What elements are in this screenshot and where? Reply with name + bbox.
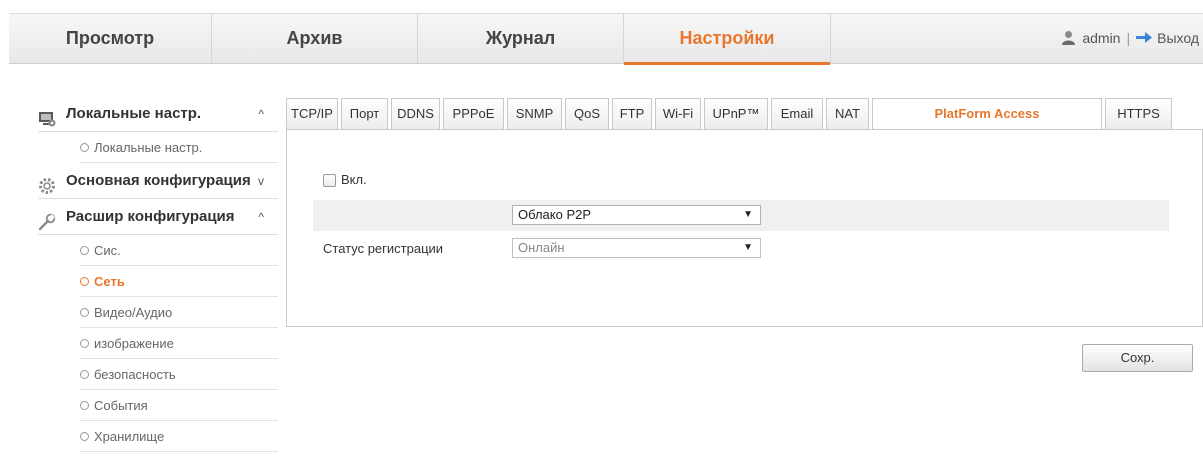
save-button[interactable]: Сохр. xyxy=(1082,344,1193,372)
nav-tab-label: Журнал xyxy=(485,28,556,48)
sidebar-section-label: Расшир конфигурация xyxy=(66,208,235,225)
nav-tab-archive[interactable]: Архив xyxy=(212,13,418,64)
chevron-down-icon: v xyxy=(258,174,264,188)
tab-label: DDNS xyxy=(397,106,434,121)
nav-tab-label: Просмотр xyxy=(65,28,155,48)
sidebar: Локальные настр. ^ Локальные настр. Осно… xyxy=(38,96,278,452)
bullet-icon xyxy=(80,401,89,410)
sidebar-section-label: Основная конфигурация xyxy=(66,172,251,189)
user-box: admin | Выход xyxy=(1061,13,1199,64)
tab-label: Порт xyxy=(349,106,380,121)
sidebar-item-label: События xyxy=(94,398,148,413)
monitor-settings-icon xyxy=(38,106,56,127)
tab-ftp[interactable]: FTP xyxy=(612,98,652,130)
tab-label: QoS xyxy=(573,106,600,121)
bullet-icon xyxy=(80,432,89,441)
dropdown-arrow-icon: ▼ xyxy=(743,209,753,220)
wrench-icon xyxy=(38,209,56,231)
tab-label: PPPoE xyxy=(452,106,495,121)
sidebar-item-label: изображение xyxy=(94,336,174,351)
sidebar-item-label: Хранилище xyxy=(94,429,165,444)
bullet-icon xyxy=(80,339,89,348)
sidebar-section-local[interactable]: Локальные настр. ^ xyxy=(38,96,278,132)
tab-https[interactable]: HTTPS xyxy=(1105,98,1172,130)
logout-icon[interactable] xyxy=(1136,14,1153,43)
tab-label: UPnP™ xyxy=(712,106,760,121)
sidebar-item-system[interactable]: Сис. xyxy=(80,235,278,266)
tab-label: TCP/IP xyxy=(291,106,333,121)
tab-nat[interactable]: NAT xyxy=(826,98,869,130)
nav-tab-label: Настройки xyxy=(679,28,775,48)
active-tab-underline xyxy=(624,62,830,65)
chevron-up-icon: ^ xyxy=(258,107,264,121)
registration-status-select: Онлайн ▼ xyxy=(512,238,761,258)
tab-label: HTTPS xyxy=(1117,106,1160,121)
platform-mode-value: Облако P2P xyxy=(518,207,592,222)
top-navigation: Просмотр Архив Журнал Настройки admin | В… xyxy=(0,0,1203,71)
username[interactable]: admin xyxy=(1082,30,1120,46)
bullet-icon xyxy=(80,246,89,255)
nav-tab-preview[interactable]: Просмотр xyxy=(9,13,212,64)
tab-label: PlatForm Access xyxy=(934,106,1040,121)
sidebar-item-label: Видео/Аудио xyxy=(94,305,173,320)
sidebar-item-network[interactable]: Сеть xyxy=(80,266,278,297)
bullet-icon xyxy=(80,370,89,379)
chevron-up-icon: ^ xyxy=(258,210,264,224)
sidebar-item-label: безопасность xyxy=(94,367,176,382)
tab-tcpip[interactable]: TCP/IP xyxy=(286,98,338,130)
tab-snmp[interactable]: SNMP xyxy=(507,98,562,130)
tab-qos[interactable]: QoS xyxy=(565,98,609,130)
tab-pppoe[interactable]: PPPoE xyxy=(443,98,504,130)
tab-label: NAT xyxy=(834,106,861,121)
tab-label: SNMP xyxy=(515,106,554,121)
nav-tab-settings[interactable]: Настройки xyxy=(624,13,831,65)
gear-icon xyxy=(38,173,56,194)
user-icon xyxy=(1061,15,1076,45)
sidebar-item-storage[interactable]: Хранилище xyxy=(80,421,278,452)
enable-label: Вкл. xyxy=(341,172,367,187)
sidebar-section-basic[interactable]: Основная конфигурация v xyxy=(38,163,278,199)
sidebar-item-events[interactable]: События xyxy=(80,390,278,421)
registration-status-value: Онлайн xyxy=(518,240,565,255)
dropdown-arrow-icon: ▼ xyxy=(743,242,753,253)
sidebar-item-image[interactable]: изображение xyxy=(80,328,278,359)
sidebar-section-advanced[interactable]: Расшир конфигурация ^ xyxy=(38,199,278,235)
tab-label: Wi-Fi xyxy=(662,106,694,121)
bullet-icon xyxy=(80,308,89,317)
sidebar-item-security[interactable]: безопасность xyxy=(80,359,278,390)
enable-checkbox[interactable] xyxy=(323,174,336,187)
nav-tab-log[interactable]: Журнал xyxy=(418,13,624,64)
tab-email[interactable]: Email xyxy=(771,98,823,130)
sidebar-item-video-audio[interactable]: Видео/Аудио xyxy=(80,297,278,328)
tab-platform-access[interactable]: PlatForm Access xyxy=(872,98,1102,131)
tab-upnp[interactable]: UPnP™ xyxy=(704,98,768,130)
tab-label: Email xyxy=(780,106,814,121)
sidebar-item-label: Локальные настр. xyxy=(94,140,203,155)
sidebar-item-label: Сеть xyxy=(94,274,125,289)
tab-port[interactable]: Порт xyxy=(341,98,388,130)
bullet-icon xyxy=(80,143,89,152)
separator: | xyxy=(1126,30,1131,46)
bullet-icon xyxy=(80,277,89,286)
tab-label: FTP xyxy=(619,106,645,121)
registration-status-label: Статус регистрации xyxy=(323,241,444,256)
sidebar-item-label: Сис. xyxy=(94,243,121,258)
tab-wifi[interactable]: Wi-Fi xyxy=(655,98,701,130)
platform-mode-select[interactable]: Облако P2P ▼ xyxy=(512,205,761,225)
nav-tab-label: Архив xyxy=(286,28,343,48)
sidebar-item-local-settings[interactable]: Локальные настр. xyxy=(80,132,278,163)
sidebar-section-label: Локальные настр. xyxy=(66,105,202,122)
logout-link[interactable]: Выход xyxy=(1157,30,1199,46)
platform-access-panel: Вкл. Облако P2P ▼ Статус регистрации Онл… xyxy=(286,129,1203,327)
tab-ddns[interactable]: DDNS xyxy=(391,98,440,130)
